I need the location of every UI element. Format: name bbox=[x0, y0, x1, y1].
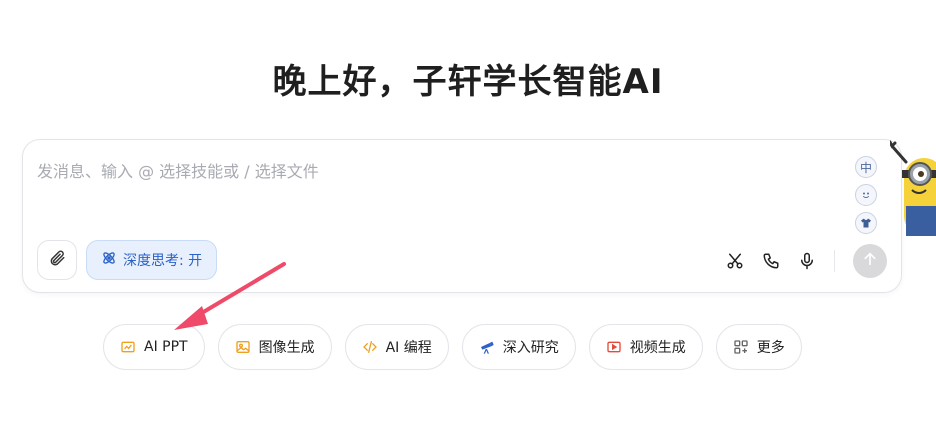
shirt-icon[interactable] bbox=[855, 212, 877, 234]
scissors-icon[interactable] bbox=[726, 252, 744, 270]
phone-icon[interactable] bbox=[762, 252, 780, 270]
mascot-image bbox=[888, 140, 936, 236]
chip-label: AI 编程 bbox=[385, 340, 432, 356]
divider bbox=[834, 250, 835, 272]
send-button[interactable] bbox=[853, 244, 887, 278]
chip-label: 更多 bbox=[756, 340, 785, 356]
emoji-icon[interactable] bbox=[855, 184, 877, 206]
chinese-input-icon[interactable]: 中 bbox=[855, 156, 877, 178]
chip-label: AI PPT bbox=[144, 339, 188, 355]
message-composer[interactable]: 发消息、输入 @ 选择技能或 / 选择文件 深度思考: 开 bbox=[22, 139, 902, 293]
chip-more[interactable]: 更多 bbox=[715, 324, 802, 370]
chip-ai-ppt[interactable]: AI PPT bbox=[103, 324, 205, 370]
ppt-icon bbox=[120, 339, 136, 355]
video-icon bbox=[606, 339, 622, 355]
chip-label: 深入研究 bbox=[502, 340, 559, 356]
arrow-up-icon bbox=[862, 251, 878, 271]
chip-ai-coding[interactable]: AI 编程 bbox=[344, 324, 449, 370]
chip-video-generation[interactable]: 视频生成 bbox=[588, 324, 703, 370]
image-icon bbox=[235, 339, 251, 355]
paperclip-icon bbox=[48, 249, 66, 271]
telescope-icon bbox=[479, 339, 495, 355]
microphone-icon[interactable] bbox=[798, 252, 816, 270]
chip-label: 图像生成 bbox=[258, 340, 315, 356]
atom-icon bbox=[101, 250, 117, 270]
chip-deep-research[interactable]: 深入研究 bbox=[461, 324, 576, 370]
code-icon bbox=[362, 339, 378, 355]
deep-think-label: 深度思考: 开 bbox=[123, 253, 203, 269]
chip-image-generation[interactable]: 图像生成 bbox=[217, 324, 332, 370]
grid-icon bbox=[733, 339, 749, 355]
message-input[interactable]: 发消息、输入 @ 选择技能或 / 选择文件 bbox=[37, 158, 319, 182]
page-title: 晚上好，子轩学长智能AI bbox=[272, 62, 664, 102]
side-toolbar: 中 bbox=[855, 156, 877, 234]
deep-think-toggle[interactable]: 深度思考: 开 bbox=[86, 240, 218, 280]
quick-actions: AI PPT 图像生成 AI 编程 深入研究 视频生成 更多 bbox=[103, 324, 802, 370]
attach-button[interactable] bbox=[37, 240, 77, 280]
chip-label: 视频生成 bbox=[629, 340, 686, 356]
